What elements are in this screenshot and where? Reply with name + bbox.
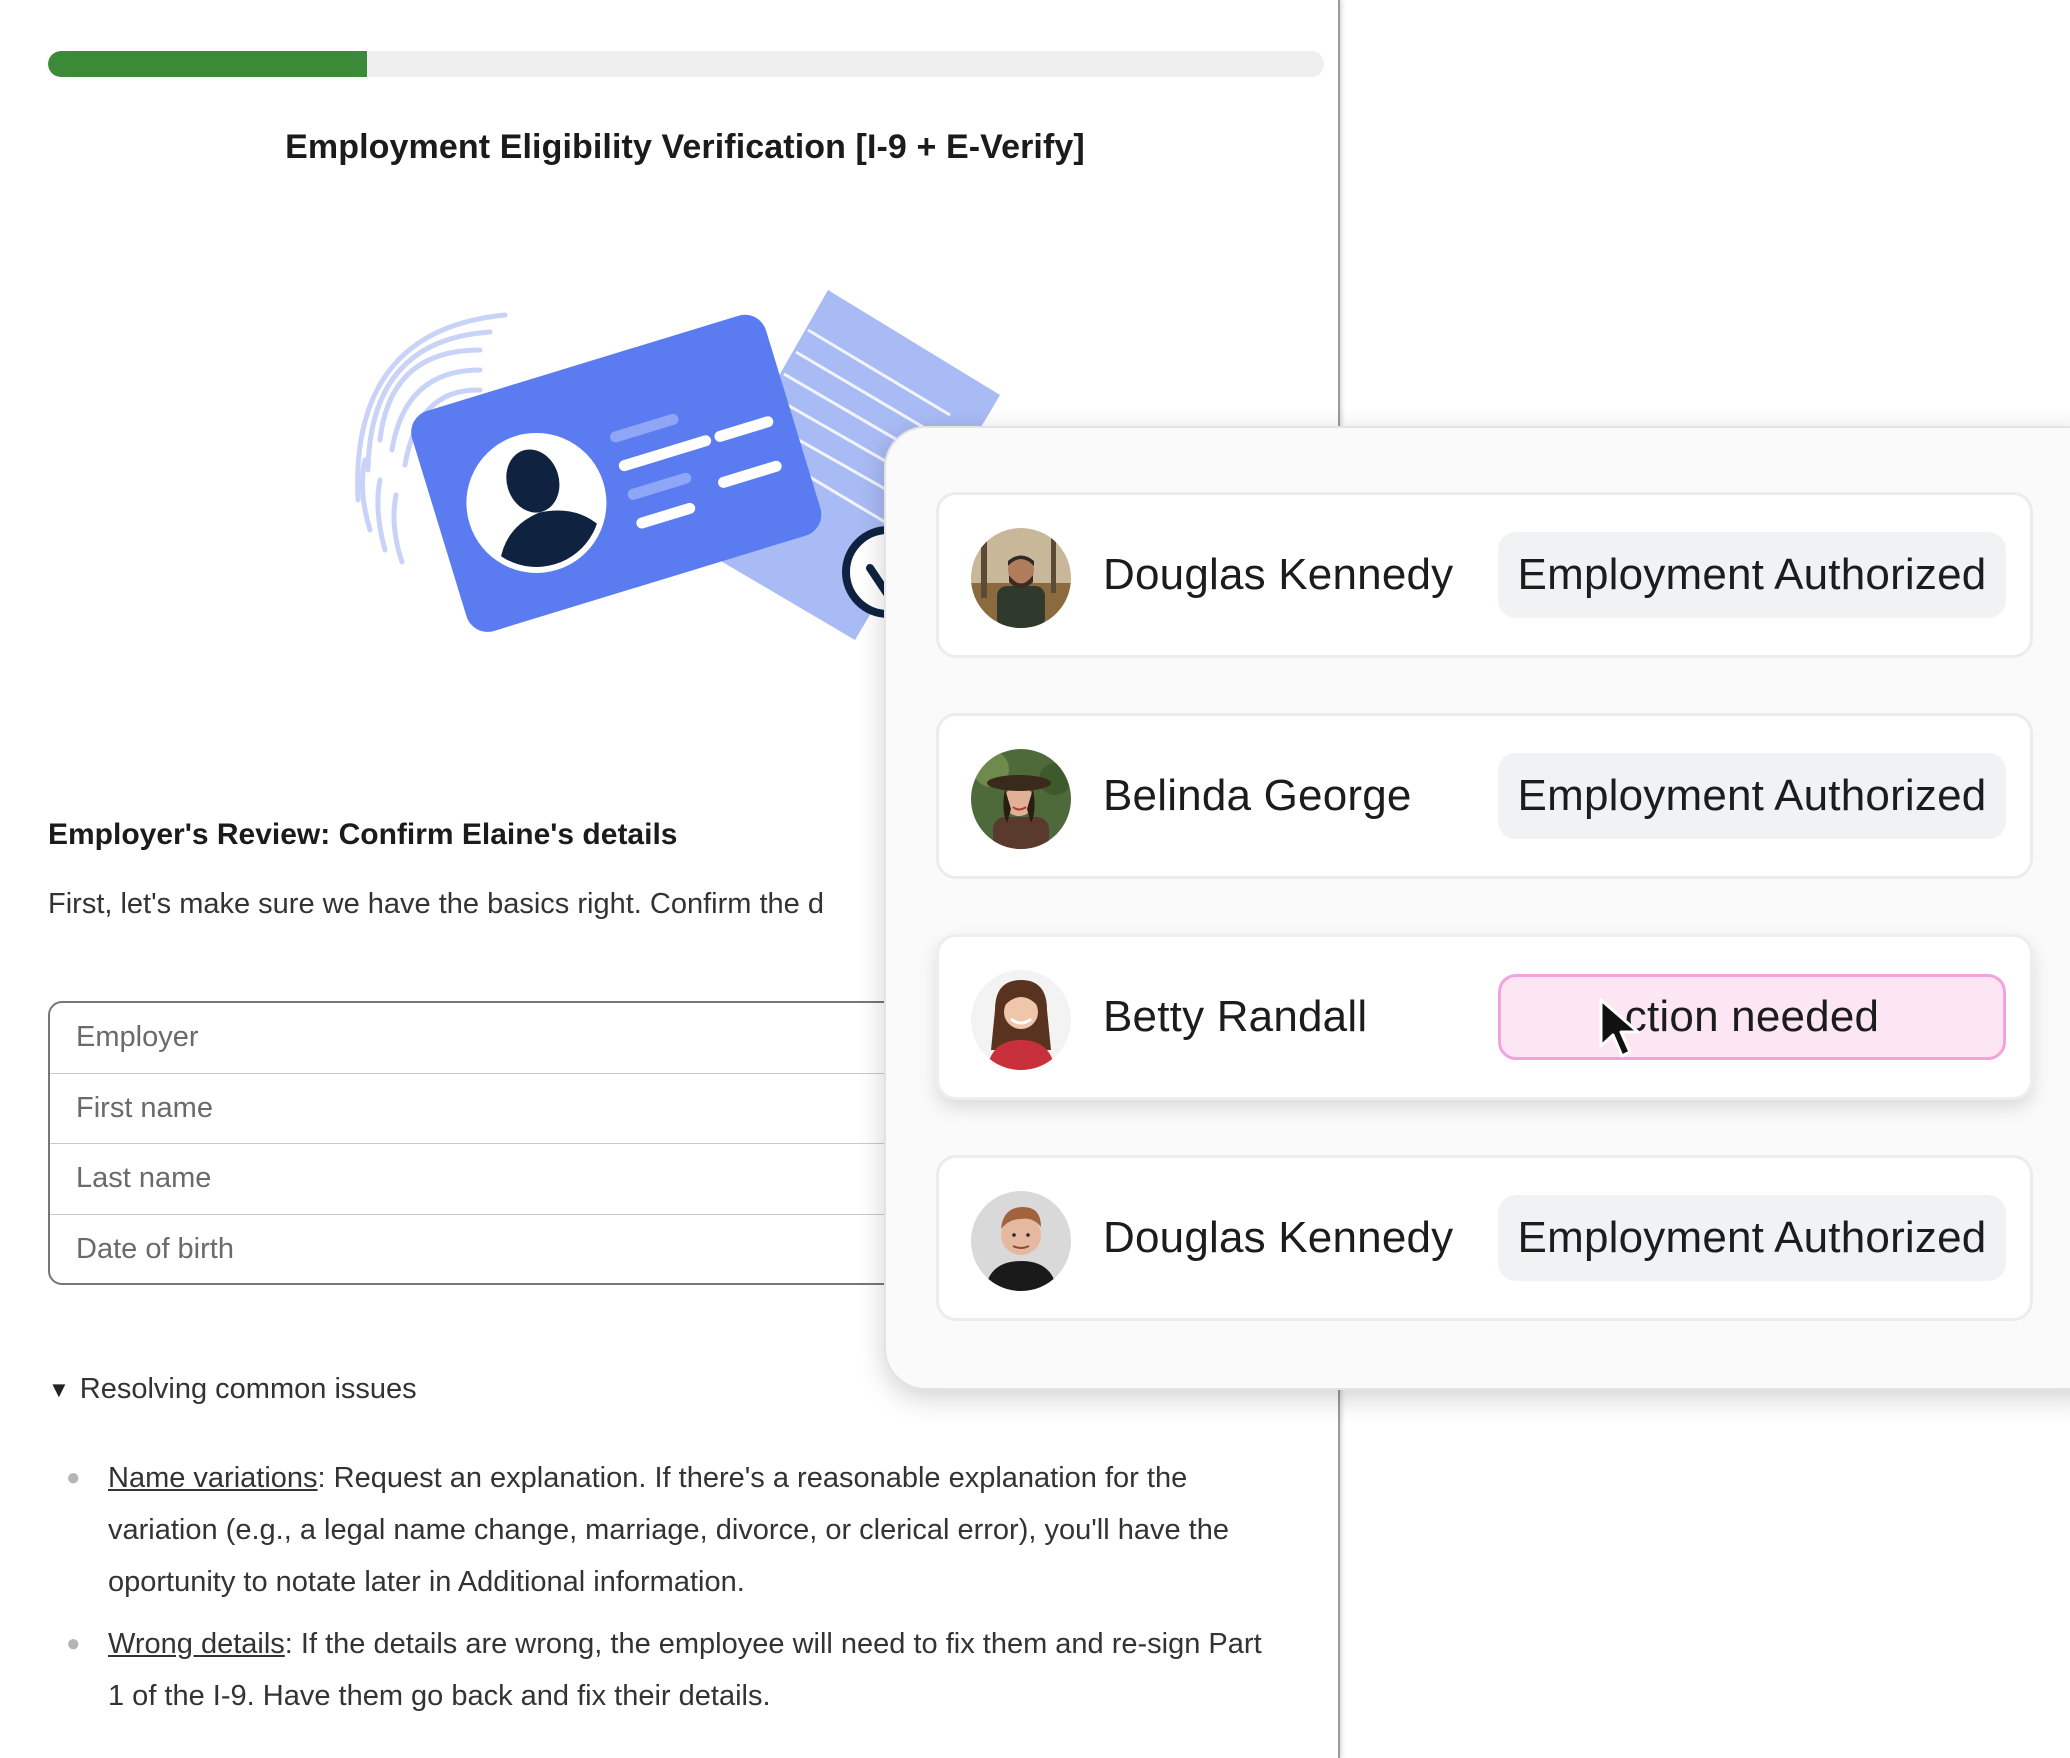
progress-bar-fill bbox=[48, 51, 367, 77]
avatar bbox=[971, 1191, 1071, 1291]
bullet-icon: ● bbox=[66, 1464, 81, 1491]
status-badge: Employment Authorized bbox=[1498, 753, 2006, 839]
employee-row[interactable]: Douglas Kennedy Employment Authorized bbox=[936, 1155, 2033, 1321]
review-heading: Employer's Review: Confirm Elaine's deta… bbox=[48, 818, 678, 851]
employee-row[interactable]: Belinda George Employment Authorized bbox=[936, 713, 2033, 879]
employee-status-card: Douglas Kennedy Employment Authorized Be… bbox=[884, 426, 2070, 1390]
resolving-issues-toggle[interactable]: ▼ Resolving common issues bbox=[48, 1373, 417, 1406]
employee-name: Betty Randall bbox=[1103, 992, 1368, 1041]
form-title: Employment Eligibility Verification [I-9… bbox=[285, 128, 1085, 166]
wrong-details-link[interactable]: Wrong details bbox=[108, 1628, 285, 1660]
avatar bbox=[971, 528, 1071, 628]
avatar bbox=[971, 749, 1071, 849]
review-instructions: First, let's make sure we have the basic… bbox=[48, 888, 824, 920]
progress-bar bbox=[48, 51, 1324, 77]
list-item: ● Wrong details: If the details are wron… bbox=[64, 1618, 1284, 1722]
employee-name: Belinda George bbox=[1103, 771, 1412, 820]
mouse-cursor-icon bbox=[1599, 998, 1640, 1058]
status-badge: Employment Authorized bbox=[1498, 1195, 2006, 1281]
bullet-icon: ● bbox=[66, 1630, 81, 1657]
status-badge: Employment Authorized bbox=[1498, 532, 2006, 618]
action-needed-button[interactable]: ction needed bbox=[1498, 974, 2006, 1060]
id-card bbox=[411, 314, 822, 632]
triangle-down-icon: ▼ bbox=[48, 1376, 70, 1402]
employee-name: Douglas Kennedy bbox=[1103, 1213, 1454, 1262]
employee-name: Douglas Kennedy bbox=[1103, 550, 1454, 599]
avatar bbox=[971, 970, 1071, 1070]
name-variations-link[interactable]: Name variations bbox=[108, 1462, 318, 1494]
employee-row[interactable]: Douglas Kennedy Employment Authorized bbox=[936, 492, 2033, 658]
resolving-issues-label: Resolving common issues bbox=[79, 1373, 417, 1405]
employee-row-selected[interactable]: Betty Randall ction needed bbox=[936, 934, 2033, 1100]
list-item: ● Name variations: Request an explanatio… bbox=[64, 1452, 1284, 1608]
issues-list: ● Name variations: Request an explanatio… bbox=[64, 1452, 1284, 1732]
screenshot-stage: Employment Eligibility Verification [I-9… bbox=[0, 0, 2070, 1758]
